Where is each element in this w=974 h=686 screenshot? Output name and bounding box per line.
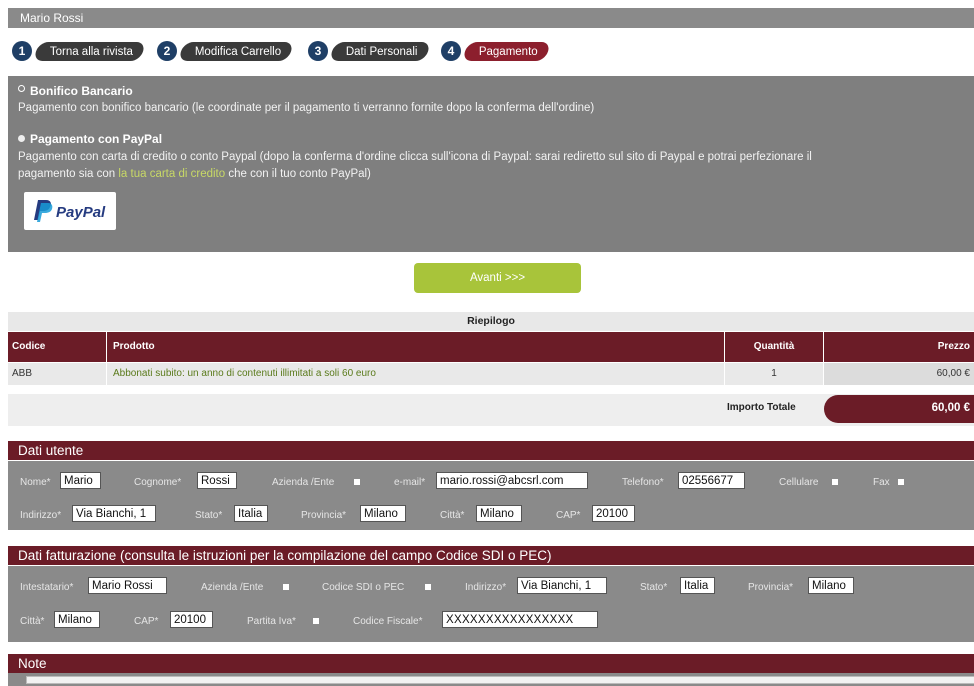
total-label: Importo Totale: [727, 402, 796, 413]
cellulare-field[interactable]: [832, 479, 838, 485]
step-number: 3: [308, 41, 328, 61]
stato-label: Stato*: [195, 510, 223, 521]
step-label: Torna alla rivista: [50, 45, 134, 57]
paypal-description: Pagamento con carta di credito o conto P…: [18, 151, 812, 180]
sdi-field[interactable]: [425, 584, 431, 590]
billing-provincia-label: Provincia*: [748, 582, 794, 593]
paypal-radio[interactable]: [18, 135, 25, 142]
cognome-field[interactable]: Rossi: [197, 472, 237, 489]
step-label: Dati Personali: [346, 45, 418, 57]
piva-field[interactable]: [313, 618, 319, 624]
paypal-p-icon: PayPal: [34, 200, 106, 222]
bonifico-radio[interactable]: [18, 85, 25, 92]
cellulare-label: Cellulare: [779, 477, 819, 488]
paypal-logo[interactable]: PayPal: [24, 192, 116, 230]
note-textarea[interactable]: [26, 676, 974, 684]
credit-card-link[interactable]: la tua carta di credito: [118, 168, 225, 180]
step-pagamento[interactable]: 4 Pagamento: [441, 41, 551, 61]
piva-label: Partita Iva*: [247, 616, 296, 627]
step-dati-personali[interactable]: 3 Dati Personali: [308, 41, 431, 61]
billing-cap-label: CAP*: [134, 616, 159, 627]
avanti-button[interactable]: Avanti >>>: [414, 263, 581, 293]
svg-text:PayPal: PayPal: [56, 204, 106, 221]
billing-azienda-field[interactable]: [283, 584, 289, 590]
user-name: Mario Rossi: [20, 11, 84, 25]
step-number: 4: [441, 41, 461, 61]
step-number: 2: [157, 41, 177, 61]
sdi-label: Codice SDI o PEC: [322, 582, 405, 593]
azienda-label: Azienda /Ente: [272, 477, 335, 488]
azienda-field[interactable]: [354, 479, 360, 485]
billing-stato-label: Stato*: [640, 582, 668, 593]
billing-stato-field[interactable]: Italia: [680, 577, 715, 594]
email-field[interactable]: mario.rossi@abcsrl.com: [436, 472, 588, 489]
header-product: Prodotto: [107, 332, 724, 362]
intestatario-label: Intestatario*: [20, 582, 74, 593]
cognome-label: Cognome*: [134, 477, 182, 488]
note-header: Note: [8, 654, 974, 673]
citta-field[interactable]: Milano: [476, 505, 522, 522]
header-price: Prezzo: [824, 332, 974, 362]
telefono-label: Telefono*: [622, 477, 664, 488]
fax-field[interactable]: [898, 479, 904, 485]
provincia-label: Provincia*: [301, 510, 347, 521]
citta-label: Città*: [440, 510, 465, 521]
row-code: ABB: [8, 363, 106, 385]
step-label: Modifica Carrello: [195, 45, 282, 57]
step-modifica-carrello[interactable]: 2 Modifica Carrello: [157, 41, 295, 61]
email-label: e-mail*: [394, 477, 426, 488]
row-price: 60,00 €: [824, 363, 974, 385]
telefono-field[interactable]: 02556677: [678, 472, 745, 489]
user-data-header: Dati utente: [8, 441, 974, 460]
step-label: Pagamento: [479, 45, 538, 57]
stato-field[interactable]: Italia: [234, 505, 268, 522]
paypal-title[interactable]: Pagamento con PayPal: [30, 132, 162, 146]
fax-label: Fax: [873, 477, 890, 488]
cap-label: CAP*: [556, 510, 581, 521]
billing-citta-label: Città*: [20, 616, 45, 627]
indirizzo-label: Indirizzo*: [20, 510, 62, 521]
billing-indirizzo-field[interactable]: Via Bianchi, 1: [517, 577, 607, 594]
payment-methods-panel: Bonifico Bancario Pagamento con bonifico…: [8, 76, 974, 252]
provincia-field[interactable]: Milano: [360, 505, 406, 522]
cf-field[interactable]: XXXXXXXXXXXXXXXX: [442, 611, 598, 628]
billing-citta-field[interactable]: Milano: [54, 611, 100, 628]
row-qty: 1: [725, 363, 823, 385]
row-product[interactable]: Abbonati subito: un anno di contenuti il…: [107, 363, 724, 385]
step-torna-alla-rivista[interactable]: 1 Torna alla rivista: [12, 41, 147, 61]
total-amount: 60,00 €: [824, 395, 974, 423]
summary-title: Riepilogo: [8, 312, 974, 331]
cap-field[interactable]: 20100: [592, 505, 635, 522]
nome-label: Nome*: [20, 477, 51, 488]
header-code: Codice: [8, 332, 106, 362]
nome-field[interactable]: Mario: [60, 472, 101, 489]
billing-cap-field[interactable]: 20100: [170, 611, 213, 628]
billing-provincia-field[interactable]: Milano: [808, 577, 854, 594]
bonifico-description: Pagamento con bonifico bancario (le coor…: [18, 102, 595, 114]
bonifico-title[interactable]: Bonifico Bancario: [30, 84, 133, 98]
cf-label: Codice Fiscale*: [353, 616, 423, 627]
indirizzo-field[interactable]: Via Bianchi, 1: [72, 505, 156, 522]
billing-azienda-label: Azienda /Ente: [201, 582, 264, 593]
header-qty: Quantità: [725, 332, 823, 362]
step-number: 1: [12, 41, 32, 61]
billing-indirizzo-label: Indirizzo*: [465, 582, 507, 593]
user-bar: Mario Rossi: [8, 8, 974, 28]
billing-header: Dati fatturazione (consulta le istruzion…: [8, 546, 974, 565]
intestatario-field[interactable]: Mario Rossi: [88, 577, 167, 594]
